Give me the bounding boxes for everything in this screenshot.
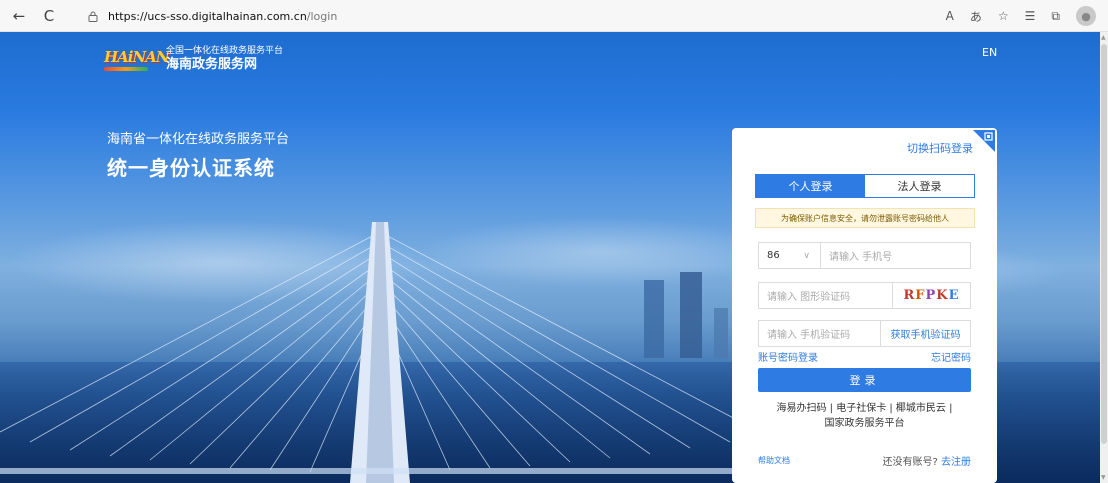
login-type-tabs: 个人登录 法人登录 [755, 174, 975, 198]
logo-line1: 全国一体化在线政务服务平台 [166, 46, 284, 56]
favorites-list-icon[interactable]: ☰ [1025, 9, 1036, 23]
captcha-placeholder: 请输入 图形验证码 [767, 292, 851, 303]
card-footer: 帮助文档 还没有账号? 去注册 [758, 453, 971, 468]
country-code-select[interactable]: 86 ∨ [759, 243, 821, 268]
captcha-text: RFPKE [903, 288, 960, 303]
login-card: 切换扫码登录 个人登录 法人登录 为确保账户信息安全，请勿泄露账号密码给他人 8… [732, 128, 997, 483]
collections-icon[interactable]: ⧉ [1051, 9, 1060, 24]
language-switch[interactable]: EN [982, 46, 997, 59]
hainan-logo-icon: HAiNAN [104, 42, 170, 76]
scrollbar-thumb[interactable] [1101, 44, 1107, 444]
translate-icon[interactable]: あ [970, 8, 982, 25]
sms-field: 请输入 手机验证码 获取手机验证码 [758, 320, 971, 347]
browser-toolbar: ← C https://ucs-sso.digitalhainan.com.cn… [0, 0, 1108, 32]
login-page: HAiNAN 全国一体化在线政务服务平台 海南政务服务网 EN 海南省一体化在线… [0, 32, 1100, 483]
scroll-up-icon[interactable]: ▲ [1101, 34, 1106, 41]
read-aloud-icon[interactable]: A [946, 9, 954, 23]
favorite-icon[interactable]: ☆ [998, 9, 1009, 23]
no-account-text: 还没有账号? [882, 457, 941, 468]
alt-login-line1[interactable]: 海易办扫码 | 电子社保卡 | 椰城市民云 | [758, 401, 971, 416]
site-logo[interactable]: HAiNAN 全国一体化在线政务服务平台 海南政务服务网 [104, 42, 283, 76]
login-links: 账号密码登录 忘记密码 [758, 349, 971, 364]
alternative-logins: 海易办扫码 | 电子社保卡 | 椰城市民云 | 国家政务服务平台 [758, 401, 971, 431]
captcha-input[interactable]: 请输入 图形验证码 [759, 283, 892, 308]
register-prompt: 还没有账号? 去注册 [883, 453, 972, 468]
login-button[interactable]: 登录 [758, 368, 971, 392]
profile-avatar[interactable]: ● [1076, 6, 1096, 26]
logo-line2: 海南政务服务网 [166, 57, 258, 72]
qr-login-switch[interactable]: 切换扫码登录 [907, 140, 973, 156]
hero-subtitle: 海南省一体化在线政务服务平台 [107, 132, 290, 147]
phone-placeholder: 请输入 手机号 [829, 252, 893, 263]
sms-placeholder: 请输入 手机验证码 [767, 330, 851, 341]
get-sms-code-button[interactable]: 获取手机验证码 [880, 321, 970, 346]
logo-swoosh [104, 66, 148, 71]
address-bar[interactable]: https://ucs-sso.digitalhainan.com.cn/log… [86, 5, 946, 27]
tab-personal[interactable]: 个人登录 [756, 175, 865, 197]
scroll-down-icon[interactable]: ▼ [1101, 474, 1106, 481]
lock-icon[interactable] [86, 9, 100, 23]
chevron-down-icon: ∨ [803, 250, 810, 261]
forgot-password-link[interactable]: 忘记密码 [931, 349, 971, 364]
captcha-field: 请输入 图形验证码 RFPKE [758, 282, 971, 309]
bridge-illustration [0, 222, 760, 483]
back-icon[interactable]: ← [8, 5, 30, 27]
url-text: https://ucs-sso.digitalhainan.com.cn/log… [108, 10, 337, 23]
phone-input[interactable]: 请输入 手机号 [821, 243, 970, 268]
hero-title: 统一身份认证系统 [107, 156, 275, 180]
phone-field: 86 ∨ 请输入 手机号 [758, 242, 971, 269]
help-docs-link[interactable]: 帮助文档 [758, 455, 790, 466]
url-path: /login [306, 9, 338, 23]
reload-icon[interactable]: C [38, 5, 60, 27]
tab-corporate[interactable]: 法人登录 [865, 175, 974, 197]
country-code-value: 86 [767, 250, 780, 261]
logo-text: 全国一体化在线政务服务平台 海南政务服务网 [166, 45, 283, 73]
alt-login-line2[interactable]: 国家政务服务平台 [758, 416, 971, 431]
captcha-image[interactable]: RFPKE [892, 283, 970, 308]
qr-code-icon[interactable] [973, 130, 995, 152]
page-scrollbar[interactable]: ▲ ▼ [1100, 32, 1108, 483]
account-password-login-link[interactable]: 账号密码登录 [758, 349, 818, 364]
register-link[interactable]: 去注册 [941, 457, 971, 468]
security-notice: 为确保账户信息安全，请勿泄露账号密码给他人 [755, 208, 975, 228]
sms-input[interactable]: 请输入 手机验证码 [759, 321, 880, 346]
url-host: https://ucs-sso.digitalhainan.com.cn [108, 9, 307, 23]
browser-tools: A あ ☆ ☰ ⧉ ● [946, 5, 1096, 27]
logo-word: HAiNAN [104, 47, 170, 66]
